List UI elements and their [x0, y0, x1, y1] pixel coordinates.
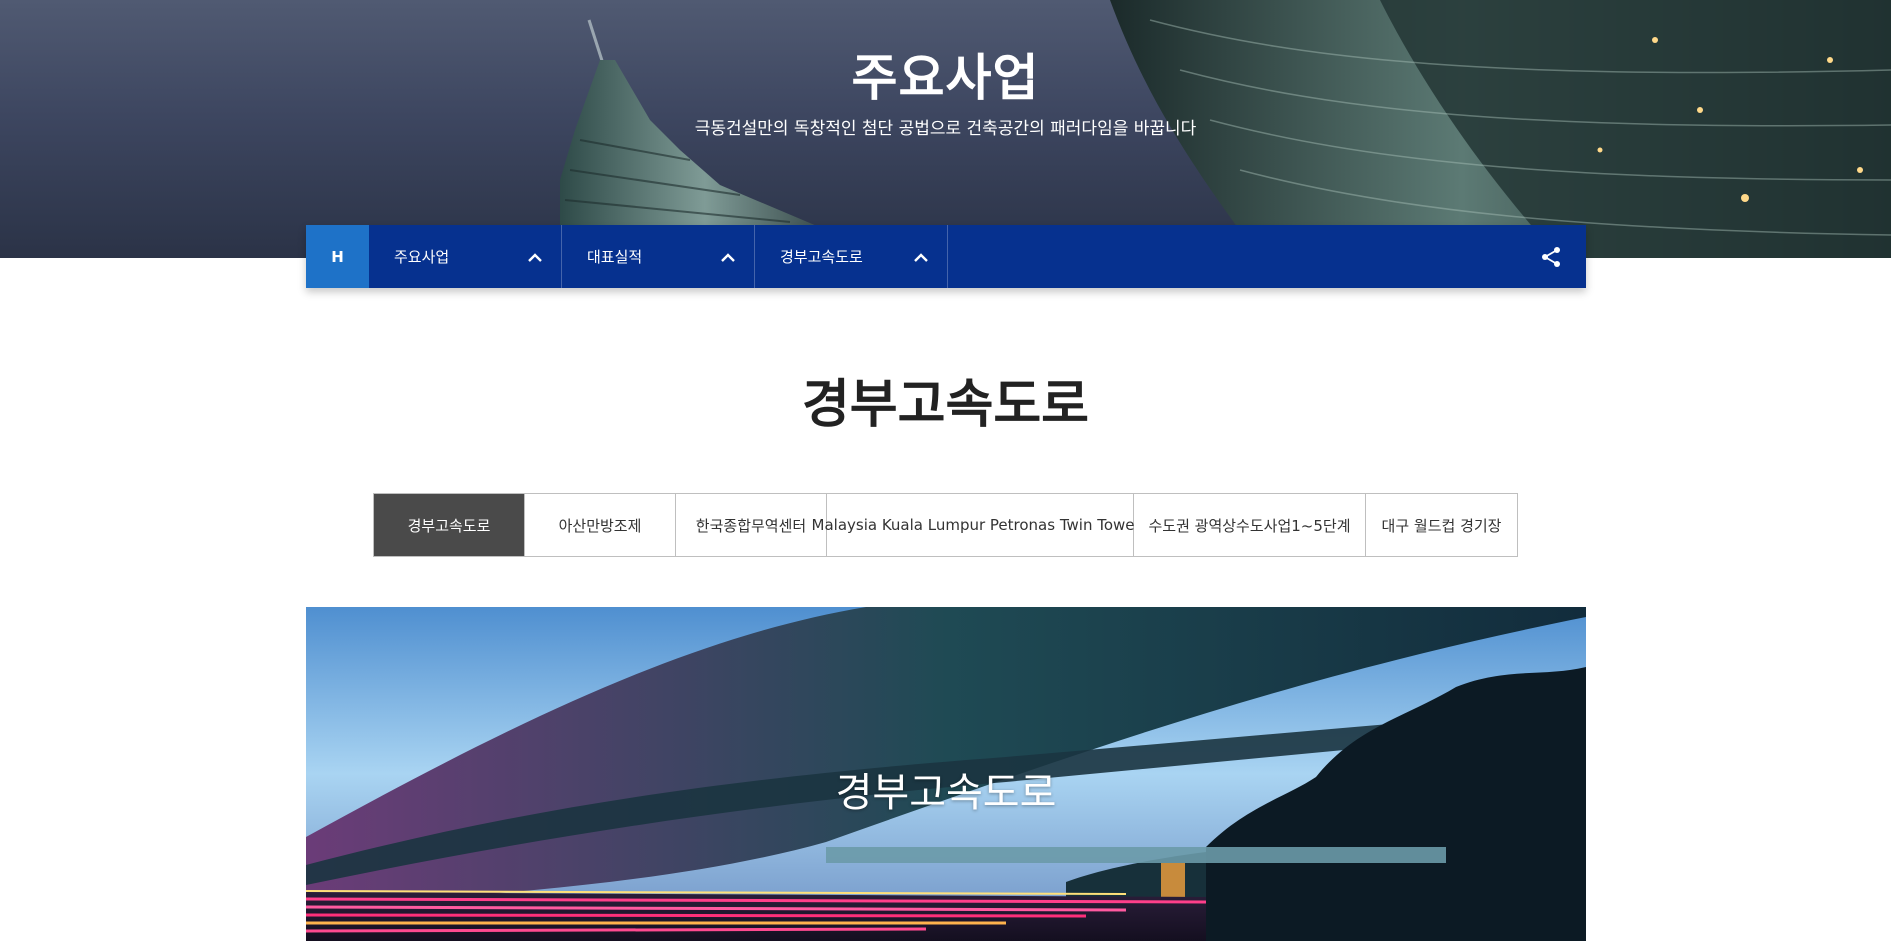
- chevron-up-icon: [528, 252, 542, 262]
- chevron-up-icon: [914, 252, 928, 262]
- project-tabs: 경부고속도로 아산만방조제 한국종합무역센터 Malaysia Kuala Lu…: [373, 493, 1518, 557]
- tab-metropolitan-water-supply[interactable]: 수도권 광역상수도사업1~5단계: [1134, 494, 1366, 556]
- tab-daegu-world-cup-stadium[interactable]: 대구 월드컵 경기장: [1366, 494, 1517, 556]
- location-navbar: H 주요사업 대표실적 경부고속도로: [306, 225, 1586, 288]
- nav-item-label: 주요사업: [394, 248, 450, 266]
- page-title: 경부고속도로: [801, 375, 1090, 435]
- nav-item-label: 대표실적: [587, 248, 643, 266]
- tab-petronas-twin-towers[interactable]: Malaysia Kuala Lumpur Petronas Twin Towe…: [812, 494, 1149, 556]
- hero-banner: 주요사업 극동건설만의 독창적인 첨단 공법으로 건축공간의 패러다임을 바꿉니…: [0, 0, 1891, 258]
- nav-item-label: 경부고속도로: [780, 248, 863, 266]
- tab-korea-trade-center[interactable]: 한국종합무역센터: [676, 494, 827, 556]
- share-button[interactable]: [1516, 225, 1586, 288]
- nav-dropdown-current-project[interactable]: 경부고속도로: [755, 225, 948, 288]
- hero-title: 주요사업: [851, 49, 1040, 107]
- feature-image-panel: 경부고속도로: [306, 607, 1586, 941]
- chevron-up-icon: [721, 252, 735, 262]
- tab-gyeongbu-expressway[interactable]: 경부고속도로: [374, 494, 525, 556]
- nav-dropdown-main-business[interactable]: 주요사업: [369, 225, 562, 288]
- hero-subtitle: 극동건설만의 독창적인 첨단 공법으로 건축공간의 패러다임을 바꿉니다: [694, 119, 1197, 139]
- home-button[interactable]: H: [306, 225, 369, 288]
- tab-asan-bay-seawall[interactable]: 아산만방조제: [525, 494, 676, 556]
- nav-dropdown-representative-works[interactable]: 대표실적: [562, 225, 755, 288]
- feature-image-title: 경부고속도로: [835, 770, 1057, 816]
- share-icon: [1542, 246, 1560, 267]
